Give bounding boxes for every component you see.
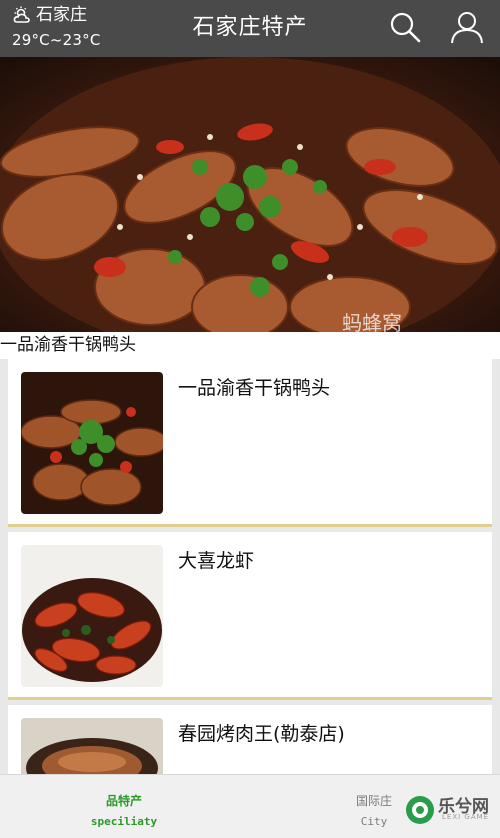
tab-specialty-label: 品特产 xyxy=(105,794,142,808)
tab-specialty[interactable]: 品特产 speciliaty xyxy=(80,793,168,829)
bbq-image xyxy=(21,718,163,774)
list-item[interactable]: 春园烤肉王(勒泰店) xyxy=(8,705,492,774)
app-header: 石家庄 29°C~23°C 石家庄特产 xyxy=(0,0,500,57)
item-name: 春园烤肉王(勒泰店) xyxy=(178,723,345,745)
site-watermark: 乐兮网 LEXI GAME xyxy=(404,786,500,838)
crayfish-image xyxy=(21,545,163,687)
tab-city[interactable]: 国际庄 City xyxy=(334,793,414,829)
user-button[interactable] xyxy=(450,10,484,44)
user-icon xyxy=(451,12,483,44)
tab-specialty-sublabel: speciliaty xyxy=(90,815,158,828)
item-name: 一品渝香干锅鸭头 xyxy=(178,377,331,399)
item-name: 大喜龙虾 xyxy=(178,550,255,572)
hero-caption: 一品渝香干锅鸭头 xyxy=(0,332,500,359)
hero-watermark: 蚂蜂窝 xyxy=(342,311,402,332)
hero-banner[interactable]: 蚂蜂窝 xyxy=(0,57,500,332)
item-thumbnail xyxy=(21,545,163,687)
cloud-sun-icon xyxy=(13,6,30,23)
tab-city-label: 国际庄 xyxy=(355,794,392,808)
list-item[interactable]: 大喜龙虾 xyxy=(8,532,492,700)
weather-temperature: 29°C~23°C xyxy=(12,31,101,49)
weather-city: 石家庄 xyxy=(36,5,87,25)
item-thumbnail xyxy=(21,718,163,774)
specialty-list: 一品渝香干锅鸭头 大喜龙虾 春园烤肉王(勒泰店) xyxy=(0,359,500,774)
lexi-logo-icon xyxy=(406,796,434,824)
page-title: 石家庄特产 xyxy=(192,15,308,40)
weather-widget[interactable]: 石家庄 29°C~23°C xyxy=(12,4,122,51)
item-thumbnail xyxy=(21,372,163,514)
duck-head-image xyxy=(21,372,163,514)
hero-food-image xyxy=(0,57,500,332)
search-icon xyxy=(390,12,421,43)
watermark-subtext: LEXI GAME xyxy=(442,813,490,821)
search-button[interactable] xyxy=(388,10,422,44)
list-item[interactable]: 一品渝香干锅鸭头 xyxy=(8,359,492,527)
tab-city-sublabel: City xyxy=(360,815,388,828)
